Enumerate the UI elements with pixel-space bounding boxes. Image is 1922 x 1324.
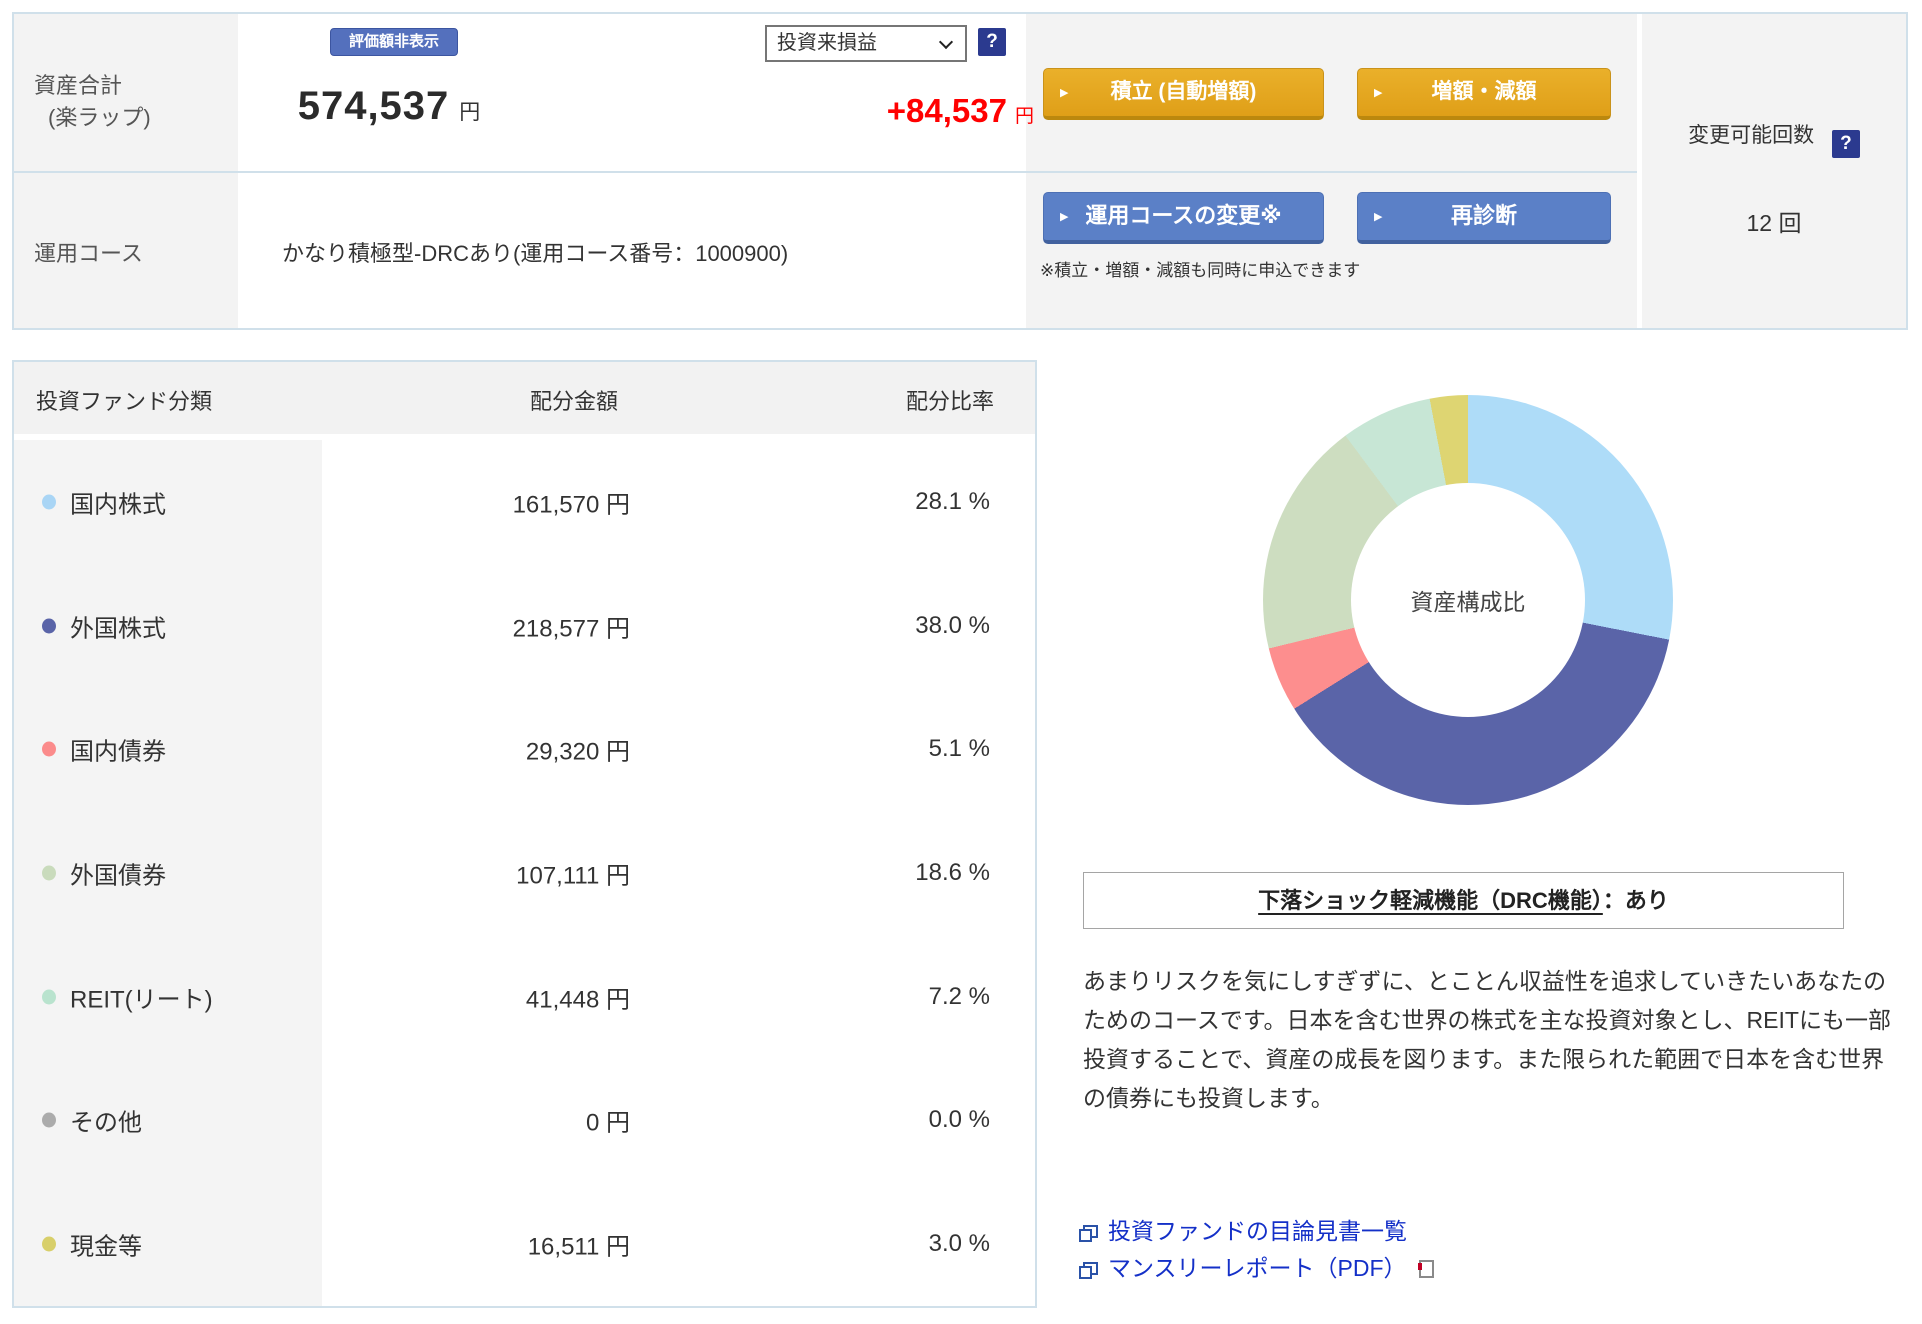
- donut-title: 資産構成比: [1410, 589, 1526, 615]
- course-value: かなり積極型-DRCあり(運用コース番号：1000900): [282, 241, 789, 266]
- arrow-right-icon: ▶: [1374, 210, 1383, 223]
- drc-feature-status: ：あり: [1602, 888, 1669, 913]
- category-amount: 0 円: [585, 1109, 630, 1137]
- category-color-dot: [42, 1112, 56, 1128]
- table-row: 国内債券 29,320 円 5.1 %: [14, 687, 1035, 811]
- table-row: REIT(リート) 41,448 円 7.2 %: [14, 935, 1035, 1059]
- apply-note: ※積立・増額・減額も同時に申込できます: [1040, 261, 1361, 280]
- category-ratio: 38.0 %: [915, 611, 990, 639]
- table-row: 外国株式 218,577 円 38.0 %: [14, 564, 1035, 688]
- category-color-dot: [42, 865, 56, 881]
- hide-valuation-button[interactable]: 評価額非表示: [330, 28, 458, 56]
- category-amount: 107,111 円: [516, 862, 630, 890]
- category-ratio: 28.1 %: [915, 487, 990, 515]
- course-description: あまりリスクを気にしすぎずに、とことん収益性を追求していきたいあなたのためのコー…: [1083, 968, 1891, 1111]
- asset-composition-donut: 資産構成比: [1263, 395, 1673, 805]
- header-allocation-ratio: 配分比率: [905, 389, 994, 414]
- asset-total-label-line1: 資産合計: [34, 73, 123, 98]
- change-count-content: 変更可能回数 ? 12 回: [1642, 14, 1906, 328]
- category-label: その他: [70, 1109, 142, 1137]
- allocation-table: 投資ファンド分類 配分金額 配分比率 国内株式 161,570 円 28.1 %…: [12, 360, 1037, 1308]
- category-ratio: 18.6 %: [915, 859, 990, 887]
- arrow-right-icon: ▶: [1374, 86, 1383, 99]
- header-fund-class: 投資ファンド分類: [36, 389, 213, 414]
- category-amount: 41,448 円: [525, 986, 630, 1014]
- category-label: 外国株式: [70, 615, 166, 643]
- drc-feature-title: 下落ショック軽減機能（DRC機能）: [1258, 888, 1603, 913]
- allocation-table-body: 国内株式 161,570 円 28.1 % 外国株式 218,577 円 38.…: [14, 440, 1035, 1306]
- category-ratio: 0.0 %: [928, 1106, 990, 1134]
- category-ratio: 7.2 %: [928, 982, 990, 1010]
- tsumitate-button-label: 積立 (自動増額): [1110, 80, 1257, 103]
- arrow-right-icon: ▶: [1060, 86, 1069, 99]
- summary-panel: 資産合計 (楽ラップ) 評価額非表示 574,537 円 投資来損益 ? +84,…: [12, 12, 1908, 330]
- window-link-icon: [1079, 1225, 1098, 1242]
- category-label: REIT(リート): [70, 986, 213, 1014]
- category-color-dot: [42, 1236, 56, 1252]
- chevron-down-icon: [938, 34, 954, 50]
- category-color-dot: [42, 494, 56, 510]
- table-row: 外国債券 107,111 円 18.6 %: [14, 811, 1035, 935]
- category-ratio: 3.0 %: [928, 1230, 990, 1258]
- change-count-value: 12 回: [1746, 210, 1802, 236]
- category-label: 外国債券: [70, 862, 166, 890]
- header-allocation-amount: 配分金額: [529, 389, 618, 414]
- change-count-help-icon[interactable]: ?: [1831, 130, 1860, 158]
- tsumitate-button[interactable]: ▶ 積立 (自動増額): [1043, 68, 1324, 120]
- course-label: 運用コース: [34, 241, 143, 266]
- change-count-label-row: 変更可能回数 ?: [1642, 119, 1906, 158]
- rediagnosis-button-label: 再診断: [1450, 203, 1517, 228]
- profit-loss-period-select[interactable]: 投資来損益: [765, 25, 967, 62]
- drc-feature-box: 下落ショック軽減機能（DRC機能）：あり: [1083, 872, 1844, 929]
- increase-decrease-button[interactable]: ▶ 増額・減額: [1357, 68, 1611, 120]
- category-amount: 16,511 円: [527, 1233, 630, 1261]
- category-color-dot: [42, 989, 56, 1005]
- category-amount: 161,570 円: [512, 491, 630, 519]
- pdf-file-icon: [1417, 1260, 1434, 1278]
- category-label: 国内株式: [70, 491, 166, 519]
- total-asset-value: 574,537 円: [244, 84, 534, 129]
- table-row: 現金等 16,511 円 3.0 %: [14, 1182, 1035, 1306]
- total-asset-amount: 574,537: [297, 84, 450, 128]
- change-count-label: 変更可能回数: [1688, 124, 1815, 147]
- profit-loss-period-value: 投資来損益: [777, 32, 877, 54]
- category-label: 現金等: [70, 1233, 142, 1261]
- increase-decrease-button-label: 増額・減額: [1431, 80, 1537, 103]
- category-amount: 218,577 円: [512, 615, 630, 643]
- profit-loss-help-icon[interactable]: ?: [978, 28, 1006, 56]
- prospectus-link[interactable]: 投資ファンドの目論見書一覧: [1079, 1212, 1407, 1246]
- table-row: その他 0 円 0.0 %: [14, 1059, 1035, 1183]
- total-asset-unit: 円: [459, 101, 481, 124]
- monthly-report-link-label: マンスリーレポート（PDF）: [1108, 1255, 1407, 1281]
- course-change-button-label: 運用コースの変更※: [1085, 203, 1282, 228]
- arrow-right-icon: ▶: [1060, 210, 1069, 223]
- course-change-button[interactable]: ▶ 運用コースの変更※: [1043, 192, 1324, 244]
- allocation-table-header: 投資ファンド分類 配分金額 配分比率: [14, 362, 1035, 434]
- category-ratio: 5.1 %: [928, 735, 990, 763]
- category-amount: 29,320 円: [525, 738, 630, 766]
- donut-center: 資産構成比: [1351, 483, 1585, 717]
- asset-total-label-line2: (楽ラップ): [48, 105, 151, 130]
- category-color-dot: [42, 618, 56, 634]
- category-color-dot: [42, 741, 56, 757]
- profit-loss-value: +84,537 円: [674, 92, 1034, 130]
- table-row: 国内株式 161,570 円 28.1 %: [14, 440, 1035, 564]
- row-divider: [14, 171, 1637, 173]
- window-link-icon: [1079, 1262, 1098, 1279]
- profit-loss-unit: 円: [1014, 106, 1034, 127]
- category-label: 国内債券: [70, 738, 166, 766]
- monthly-report-link[interactable]: マンスリーレポート（PDF）: [1079, 1249, 1434, 1283]
- asset-total-label: 資産合計 (楽ラップ): [34, 70, 151, 134]
- profit-loss-amount: +84,537: [886, 92, 1007, 129]
- prospectus-link-label: 投資ファンドの目論見書一覧: [1108, 1218, 1407, 1244]
- rediagnosis-button[interactable]: ▶ 再診断: [1357, 192, 1611, 244]
